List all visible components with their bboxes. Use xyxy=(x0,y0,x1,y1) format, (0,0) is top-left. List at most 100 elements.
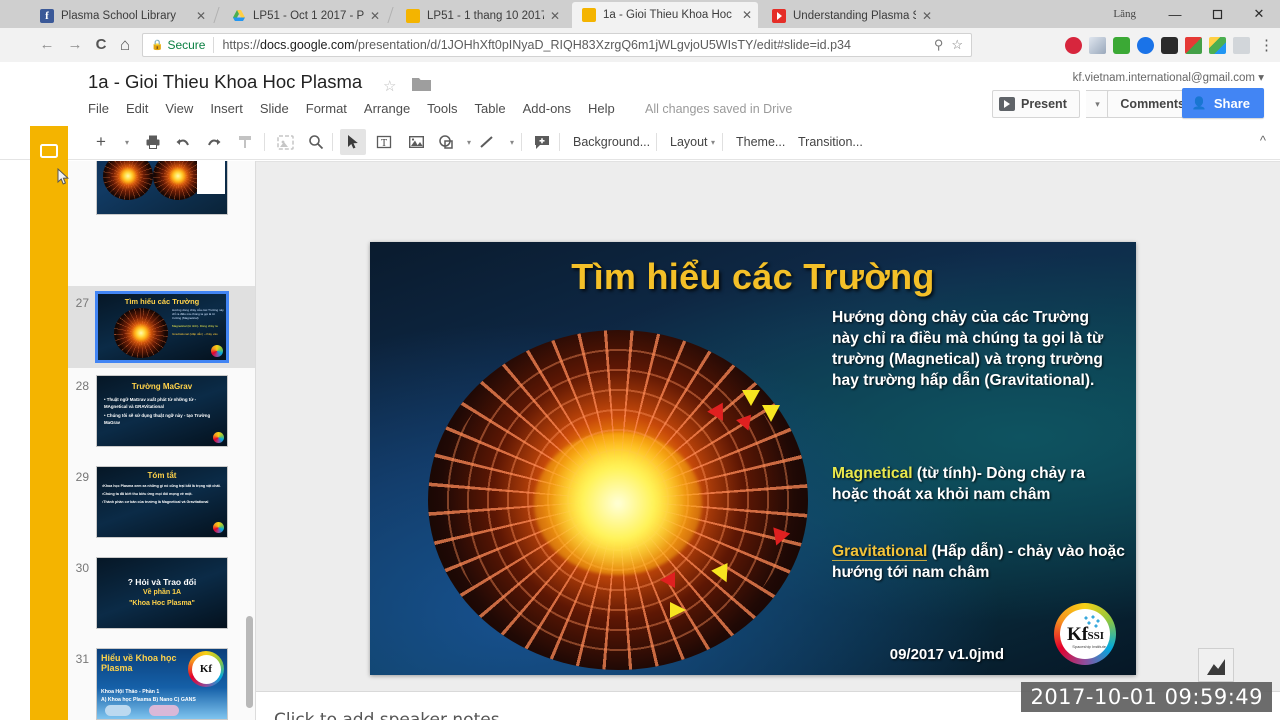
menu-file[interactable]: File xyxy=(88,101,109,116)
slide-thumbnail-28[interactable]: Trường MaGrav • Thuật ngữ MaGrav xuất ph… xyxy=(96,375,228,447)
opera-vpn-icon[interactable] xyxy=(1065,36,1082,54)
address-bar[interactable]: 🔒 Secure https://docs.google.com/present… xyxy=(142,33,972,57)
star-icon[interactable]: ☆ xyxy=(951,37,963,53)
new-slide-button[interactable]: + xyxy=(88,129,114,155)
browser-tab-1[interactable]: LP51 - Oct 1 2017 - Pha ✕ xyxy=(222,3,386,28)
theme-button[interactable]: Theme... xyxy=(728,129,793,155)
thumb-title: Tóm tắt xyxy=(147,471,177,480)
menu-edit[interactable]: Edit xyxy=(126,101,148,116)
tab-close-button[interactable]: ✕ xyxy=(550,9,560,23)
tab-close-button[interactable]: ✕ xyxy=(742,8,752,22)
speaker-notes-placeholder[interactable]: Click to add speaker notes xyxy=(274,710,500,720)
line-icon[interactable] xyxy=(474,129,500,155)
slide-thumbnail-30[interactable]: ? Hỏi và Trao đổi Về phần 1A "Khoa Hoc P… xyxy=(96,557,228,629)
save-status: All changes saved in Drive xyxy=(645,102,793,116)
page-title[interactable]: 1a - Gioi Thieu Khoa Hoc Plasma xyxy=(88,71,362,93)
browser-tab-0[interactable]: f Plasma School Library ✕ xyxy=(30,3,212,28)
folder-icon[interactable] xyxy=(412,76,431,96)
filmstrip-item-29[interactable]: 29 Tóm tắt •Khoa học Plasma xem xa những… xyxy=(68,466,255,544)
menu-help[interactable]: Help xyxy=(588,101,615,116)
filmstrip-scrollbar[interactable] xyxy=(246,616,253,708)
paint-format-icon[interactable] xyxy=(232,129,258,155)
chat-icon[interactable] xyxy=(1137,36,1154,54)
zoom-icon[interactable]: ⚲ xyxy=(934,37,944,53)
slide-paragraph-1[interactable]: Hướng dòng chảy của các Trường này chỉ r… xyxy=(832,308,1118,392)
menu-tools[interactable]: Tools xyxy=(427,101,457,116)
tree-icon[interactable] xyxy=(1113,36,1130,54)
filmstrip-item-31[interactable]: 31 Hiểu về Khoa học Plasma Kf Khoa Hội T… xyxy=(68,648,255,720)
present-dropdown-button[interactable]: ▾ xyxy=(1086,90,1110,118)
menu-arrange[interactable]: Arrange xyxy=(364,101,410,116)
slide-paragraph-magnetical[interactable]: Magnetical (từ tính)- Dòng chảy ra hoặc … xyxy=(832,464,1118,506)
browser-tab-3[interactable]: 1a - Gioi Thieu Khoa Hoc ✕ xyxy=(572,2,758,28)
filmstrip-item[interactable] xyxy=(68,161,255,219)
tab-close-button[interactable]: ✕ xyxy=(370,9,380,23)
reload-button[interactable]: C xyxy=(90,34,112,56)
redo-icon[interactable] xyxy=(200,129,226,155)
chevron-up-icon[interactable]: ^ xyxy=(1260,133,1266,148)
fit-to-screen-icon[interactable] xyxy=(272,129,298,155)
minimize-button[interactable]: — xyxy=(1154,0,1196,28)
text-box-icon[interactable]: T xyxy=(371,129,397,155)
print-icon[interactable] xyxy=(140,129,166,155)
maximize-button[interactable] xyxy=(1196,0,1238,28)
tab-close-button[interactable]: ✕ xyxy=(196,9,206,23)
slide-canvas[interactable]: Tìm hiểu các Trường Hướng dòng chảy của … xyxy=(256,161,1280,691)
close-window-button[interactable]: ✕ xyxy=(1238,0,1280,28)
url-divider xyxy=(213,37,215,53)
tab-close-button[interactable]: ✕ xyxy=(922,9,932,23)
menu-table[interactable]: Table xyxy=(475,101,506,116)
screenshot-icon[interactable] xyxy=(1089,36,1106,54)
kfssi-logo: Kf xyxy=(188,651,224,687)
slide-thumbnail-27[interactable]: Tìm hiểu các Trường Hướng dòng chảy của … xyxy=(96,292,228,362)
add-comment-icon[interactable] xyxy=(529,129,555,155)
menu-addons[interactable]: Add-ons xyxy=(523,101,571,116)
screen: f Plasma School Library ✕ LP51 - Oct 1 2… xyxy=(0,0,1280,720)
menu-slide[interactable]: Slide xyxy=(260,101,289,116)
plasma-sphere-graphic xyxy=(428,330,808,670)
reader-icon[interactable] xyxy=(1233,36,1250,54)
kfssi-logo xyxy=(213,522,224,533)
menu-format[interactable]: Format xyxy=(306,101,347,116)
forward-button[interactable]: → xyxy=(64,34,86,56)
share-button[interactable]: 👤 Share xyxy=(1181,88,1264,118)
transition-button[interactable]: Transition... xyxy=(790,129,871,155)
back-button[interactable]: ← xyxy=(36,34,58,56)
home-button[interactable]: ⌂ xyxy=(114,34,136,56)
lock-person-icon: 👤 xyxy=(1191,96,1207,110)
select-pointer-icon[interactable] xyxy=(340,129,366,155)
slide-paragraph-gravitational[interactable]: Gravitational (Hấp dẫn) - chảy vào hoặc … xyxy=(832,542,1132,584)
menu-view[interactable]: View xyxy=(165,101,193,116)
background-button[interactable]: Background... xyxy=(565,129,658,155)
new-slide-dropdown[interactable]: ▾ xyxy=(114,129,140,155)
filmstrip-item-27[interactable]: 27 Tìm hiểu các Trường Hướng dòng chảy c… xyxy=(68,286,255,368)
current-slide[interactable]: Tìm hiểu các Trường Hướng dòng chảy của … xyxy=(370,242,1136,675)
toolbar-separator xyxy=(559,133,560,151)
menu-insert[interactable]: Insert xyxy=(210,101,243,116)
browser-tab-2[interactable]: LP51 - 1 thang 10 2017 ✕ xyxy=(396,3,566,28)
kfssi-logo xyxy=(211,345,223,357)
tab-title: LP51 - Oct 1 2017 - Pha xyxy=(253,9,364,22)
slide-thumbnail[interactable] xyxy=(96,161,228,215)
slide-thumbnail-29[interactable]: Tóm tắt •Khoa học Plasma xem xa những gì… xyxy=(96,466,228,538)
filmstrip-item-30[interactable]: 30 ? Hỏi và Trao đổi Về phần 1A "Khoa Ho… xyxy=(68,557,255,635)
zoom-icon[interactable] xyxy=(303,129,329,155)
image-icon[interactable] xyxy=(403,129,429,155)
colorpicker-icon[interactable] xyxy=(1185,36,1202,54)
filmstrip-item-28[interactable]: 28 Trường MaGrav • Thuật ngữ MaGrav xuất… xyxy=(68,375,255,453)
slide-thumbnail-31[interactable]: Hiểu về Khoa học Plasma Kf Khoa Hội Thảo… xyxy=(96,648,228,720)
chevron-down-icon: ▾ xyxy=(1258,72,1264,84)
slide-filmstrip[interactable]: 27 Tìm hiểu các Trường Hướng dòng chảy c… xyxy=(68,161,256,720)
kebab-menu-icon[interactable]: ⋮ xyxy=(1259,36,1274,54)
slide-number: 30 xyxy=(75,561,89,575)
thumb-bullet: • Chúng tôi sẽ sử dụng thuật ngữ này - t… xyxy=(104,413,211,425)
ghostery-icon[interactable] xyxy=(1161,36,1178,54)
layout-button[interactable]: Layout ▾ xyxy=(662,129,723,155)
star-icon[interactable]: ☆ xyxy=(383,77,396,95)
present-button[interactable]: Present xyxy=(992,90,1080,118)
slide-title[interactable]: Tìm hiểu các Trường xyxy=(370,256,1136,298)
google-drive-icon[interactable] xyxy=(1209,36,1226,54)
account-email[interactable]: kf.vietnam.international@gmail.com ▾ xyxy=(1073,70,1264,84)
browser-tab-4[interactable]: Understanding Plasma S ✕ xyxy=(762,3,938,28)
undo-icon[interactable] xyxy=(170,129,196,155)
